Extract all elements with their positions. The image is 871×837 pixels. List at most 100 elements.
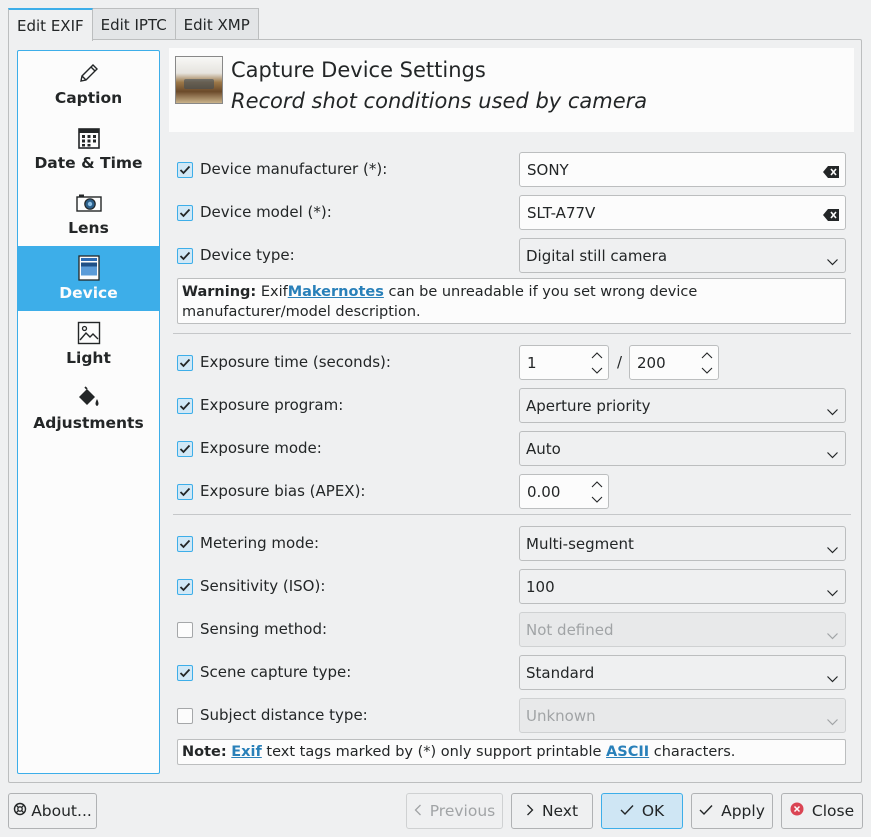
scene-capture-type-checkbox[interactable] — [177, 665, 193, 681]
sensing-method-checkbox[interactable] — [177, 622, 193, 638]
metering-mode-checkbox[interactable] — [177, 536, 193, 552]
previous-label: Previous — [429, 802, 496, 820]
sidebar-item-lens[interactable]: Lens — [18, 181, 159, 246]
exposure-time-denominator-value: 200 — [637, 354, 666, 372]
next-button[interactable]: Next — [511, 793, 593, 829]
device-manufacturer-input[interactable]: SONY — [519, 152, 846, 187]
exposure-program-select[interactable]: Aperture priority — [519, 388, 846, 423]
sidebar-item-adjustments[interactable]: Adjustments — [18, 376, 159, 441]
about-button[interactable]: About... — [8, 793, 97, 829]
sidebar-item-label: Date & Time — [34, 154, 143, 172]
subject-distance-type-checkbox[interactable] — [177, 708, 193, 724]
exposure-mode-checkbox[interactable] — [177, 441, 193, 457]
sidebar-item-caption[interactable]: Caption — [18, 51, 159, 116]
metering-mode-value: Multi-segment — [526, 535, 634, 553]
sidebar-item-label: Device — [59, 284, 118, 302]
calendar-icon — [76, 125, 102, 151]
sidebar-item-light[interactable]: Light — [18, 311, 159, 376]
sidebar-item-date-time[interactable]: Date & Time — [18, 116, 159, 181]
sidebar-item-label: Caption — [54, 89, 123, 107]
exposure-mode-label: Exposure mode: — [200, 439, 322, 457]
sensitivity-value: 100 — [526, 578, 555, 596]
note-bold-label: Note: — [182, 744, 227, 760]
apply-button[interactable]: Apply — [691, 793, 773, 829]
exposure-time-numerator-spinbox[interactable]: 1 — [519, 345, 609, 380]
sidebar-item-label: Light — [66, 349, 111, 367]
close-label: Close — [811, 802, 855, 820]
row-device-type: Device type: Digital still camera — [177, 237, 847, 273]
sensing-method-label: Sensing method: — [200, 620, 328, 638]
note-text-mid: text tags marked by (*) only support pri… — [261, 744, 607, 760]
metering-mode-select[interactable]: Multi-segment — [519, 526, 846, 561]
sidebar-item-device[interactable]: Device — [18, 246, 159, 311]
exposure-mode-select[interactable]: Auto — [519, 431, 846, 466]
ok-label: OK — [641, 802, 665, 820]
spin-arrows-icon[interactable] — [591, 350, 603, 376]
exif-link[interactable]: Exif — [231, 744, 262, 760]
tab-panel: Caption Date & Time Lens Device Light Ad… — [8, 39, 862, 783]
paint-bucket-icon — [76, 385, 102, 411]
row-exposure-bias: Exposure bias (APEX): 0.00 — [177, 473, 847, 509]
scene-capture-type-value: Standard — [526, 664, 595, 682]
exposure-program-checkbox[interactable] — [177, 398, 193, 414]
tab-bar: Edit EXIF Edit IPTC Edit XMP — [8, 8, 259, 41]
image-icon — [76, 320, 102, 346]
makernotes-link[interactable]: Makernotes — [288, 284, 384, 300]
device-type-select[interactable]: Digital still camera — [519, 238, 846, 273]
device-manufacturer-value: SONY — [527, 161, 569, 179]
subject-distance-type-value: Unknown — [526, 707, 596, 725]
close-icon — [790, 802, 804, 820]
exposure-bias-checkbox[interactable] — [177, 484, 193, 500]
clear-text-icon[interactable] — [823, 207, 839, 225]
ok-button[interactable]: OK — [601, 793, 683, 829]
row-exposure-time: Exposure time (seconds): 1 / 200 — [177, 344, 847, 380]
device-model-checkbox[interactable] — [177, 205, 193, 221]
row-metering-mode: Metering mode: Multi-segment — [177, 525, 847, 561]
metering-mode-label: Metering mode: — [200, 534, 320, 552]
warning-bold-label: Warning: — [182, 284, 257, 300]
close-button[interactable]: Close — [781, 793, 863, 829]
device-model-input[interactable]: SLT-A77V — [519, 195, 846, 230]
exposure-time-label: Exposure time (seconds): — [200, 353, 391, 371]
sensitivity-label: Sensitivity (ISO): — [200, 577, 326, 595]
checkmark-icon — [620, 802, 634, 820]
spin-arrows-icon[interactable] — [591, 479, 603, 505]
apply-label: Apply — [721, 802, 765, 820]
sidebar: Caption Date & Time Lens Device Light Ad… — [17, 50, 160, 774]
tab-edit-iptc[interactable]: Edit IPTC — [91, 8, 176, 40]
device-manufacturer-checkbox[interactable] — [177, 162, 193, 178]
exposure-time-checkbox[interactable] — [177, 355, 193, 371]
page-header: Capture Device Settings Record shot cond… — [169, 48, 854, 132]
device-type-checkbox[interactable] — [177, 248, 193, 264]
ascii-link[interactable]: ASCII — [606, 744, 649, 760]
exposure-time-denominator-spinbox[interactable]: 200 — [629, 345, 719, 380]
tab-edit-exif[interactable]: Edit EXIF — [8, 8, 93, 41]
about-label: About... — [31, 802, 92, 820]
subject-distance-type-select: Unknown — [519, 698, 846, 733]
exposure-bias-spinbox[interactable]: 0.00 — [519, 474, 609, 509]
spin-arrows-icon[interactable] — [701, 350, 713, 376]
device-model-value: SLT-A77V — [527, 204, 596, 222]
sensitivity-checkbox[interactable] — [177, 579, 193, 595]
device-model-label: Device model (*): — [200, 203, 332, 221]
chevron-down-icon — [827, 445, 838, 463]
note-text-post: characters. — [649, 744, 736, 760]
ascii-note: Note: Exif text tags marked by (*) only … — [177, 739, 846, 765]
exposure-program-value: Aperture priority — [526, 397, 651, 415]
row-sensing-method: Sensing method: Not defined — [177, 611, 847, 647]
tab-edit-xmp[interactable]: Edit XMP — [174, 8, 259, 40]
row-device-model: Device model (*): SLT-A77V — [177, 194, 847, 230]
device-type-value: Digital still camera — [526, 247, 668, 265]
exposure-bias-value: 0.00 — [527, 483, 561, 501]
device-manufacturer-label: Device manufacturer (*): — [200, 160, 388, 178]
previous-button[interactable]: Previous — [406, 793, 503, 829]
row-scene-capture-type: Scene capture type: Standard — [177, 654, 847, 690]
scene-capture-type-select[interactable]: Standard — [519, 655, 846, 690]
chevron-down-icon — [827, 540, 838, 558]
sensitivity-select[interactable]: 100 — [519, 569, 846, 604]
clear-text-icon[interactable] — [823, 164, 839, 182]
next-label: Next — [541, 802, 579, 820]
row-subject-distance-type: Subject distance type: Unknown — [177, 697, 847, 733]
pencil-icon — [76, 60, 102, 86]
chevron-down-icon — [827, 626, 838, 644]
